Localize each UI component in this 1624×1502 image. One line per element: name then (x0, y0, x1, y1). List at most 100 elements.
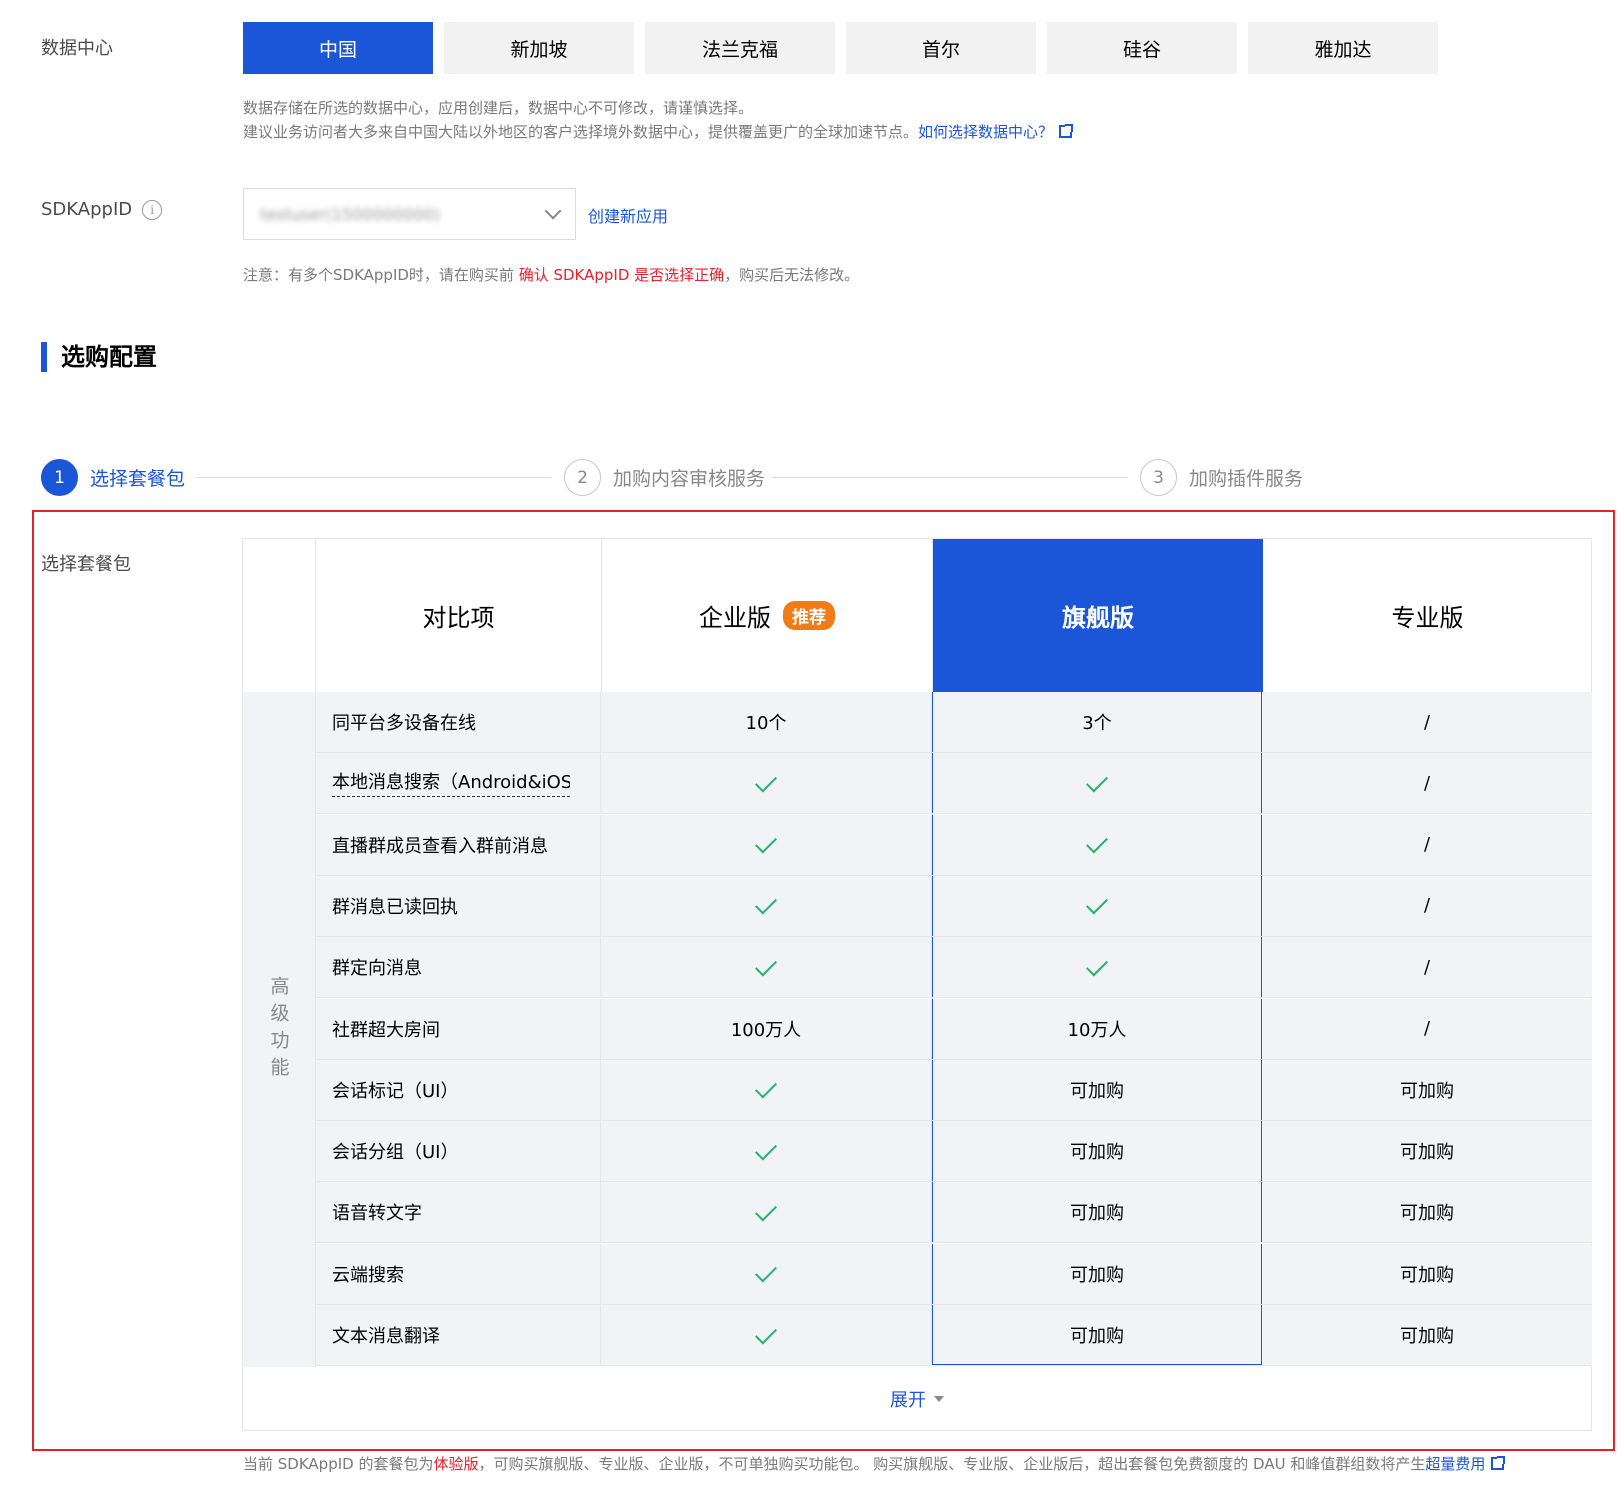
cell-v1 (601, 1182, 932, 1243)
region-siliconvalley-button[interactable]: 硅谷 (1047, 22, 1237, 74)
cell-value: 可加购 (1070, 1325, 1124, 1347)
check-icon (755, 1076, 777, 1099)
chevron-down-icon (544, 202, 562, 220)
check-icon (755, 1260, 777, 1283)
cell-value: 可加购 (1400, 1203, 1454, 1225)
region-jakarta-button[interactable]: 雅加达 (1248, 22, 1438, 74)
section-title: 选购配置 (41, 342, 157, 372)
feature-name-text: 文本消息翻译 (332, 1326, 440, 1347)
cell-v2: 可加购 (932, 1182, 1262, 1243)
cell-value: / (1423, 956, 1431, 978)
step-connector-2 (772, 477, 1128, 478)
region-frankfurt-button[interactable]: 法兰克福 (645, 22, 835, 74)
feature-name: 语音转文字 (316, 1182, 601, 1243)
check-icon (755, 1199, 777, 1222)
cell-value: 可加购 (1400, 1142, 1454, 1164)
cell-v3: / (1262, 937, 1592, 997)
cell-v3: / (1262, 815, 1592, 875)
region-china-button[interactable]: 中国 (243, 22, 433, 74)
cell-v2: 可加购 (932, 1305, 1262, 1365)
cell-value: 可加购 (1070, 1203, 1124, 1225)
cell-value: / (1423, 711, 1431, 733)
check-icon (1086, 831, 1108, 854)
sdk-note: 注意：有多个SDKAppID时，请在购买前 确认 SDKAppID 是否选择正确… (243, 263, 859, 287)
info-icon[interactable]: i (142, 200, 163, 220)
cell-value: 可加购 (1400, 1264, 1454, 1286)
package-label: 选择套餐包 (41, 554, 131, 575)
create-app-link[interactable]: 创建新应用 (588, 203, 668, 227)
feature-name-text: 同平台多设备在线 (332, 713, 476, 734)
cell-v2: 10万人 (932, 998, 1262, 1059)
cell-value: 100万人 (730, 1019, 802, 1041)
table-row: 会话标记（UI） 可加购 可加购 (316, 1059, 1592, 1121)
cell-v2: 可加购 (932, 1243, 1262, 1304)
step-2[interactable]: 2 加购内容审核服务 (564, 459, 765, 496)
cell-v2 (932, 814, 1262, 875)
header-enterprise[interactable]: 企业版 推荐 (602, 539, 933, 692)
check-icon (1086, 892, 1108, 915)
sdkappid-label: SDKAppID (41, 199, 133, 220)
footer-trial: 体验版 (433, 1455, 479, 1473)
table-row: 同平台多设备在线 10个 3个 / (316, 692, 1592, 753)
feature-name: 同平台多设备在线 (316, 692, 601, 752)
step-3-number: 3 (1140, 459, 1177, 496)
feature-name: 直播群成员查看入群前消息 (316, 814, 601, 875)
expand-button[interactable]: 展开 (243, 1367, 1591, 1430)
table-row: 群消息已读回执 / (316, 875, 1592, 937)
cell-v3: 可加购 (1262, 1244, 1592, 1304)
table-row: 社群超大房间 100万人 10万人 / (316, 998, 1592, 1060)
feature-name: 云端搜索 (316, 1243, 601, 1304)
cell-v2 (932, 937, 1262, 998)
cell-v2: 3个 (932, 692, 1262, 752)
check-icon (755, 954, 777, 977)
region-tabs: 中国 新加坡 法兰克福 首尔 硅谷 雅加达 (243, 22, 1438, 74)
region-singapore-button[interactable]: 新加坡 (444, 22, 634, 74)
feature-name-text: 会话标记（UI） (332, 1080, 459, 1102)
cell-value: / (1423, 1018, 1431, 1039)
datacenter-hint-text: 建议业务访问者大多来自中国大陆以外地区的客户选择境外数据中心，提供覆盖更广的全球… (243, 123, 919, 141)
sdkappid-select[interactable]: testuser(1500000000) (243, 188, 576, 240)
cell-v1 (601, 1121, 932, 1182)
cell-v2 (932, 875, 1262, 936)
region-seoul-button[interactable]: 首尔 (846, 22, 1036, 74)
sdkappid-select-value: testuser(1500000000) (260, 204, 440, 224)
check-icon (755, 1322, 777, 1344)
header-enterprise-label: 企业版 (699, 604, 771, 632)
header-flagship[interactable]: 旗舰版 (933, 539, 1263, 692)
overage-fee-link[interactable]: 超量费用 (1425, 1455, 1485, 1473)
cell-v1 (601, 1305, 932, 1365)
cell-v1 (601, 875, 932, 936)
sdkappid-label-row: SDKAppID i (41, 199, 163, 220)
datacenter-hint-line1: 数据存储在所选的数据中心，应用创建后，数据中心不可修改，请谨慎选择。 (243, 99, 754, 117)
datacenter-label: 数据中心 (41, 38, 113, 59)
cell-value: / (1423, 834, 1431, 856)
feature-name: 社群超大房间 (316, 998, 601, 1059)
step-1[interactable]: 1 选择套餐包 (41, 459, 185, 496)
feature-name-text: 会话分组（UI） (332, 1142, 459, 1164)
cell-value: 10个 (745, 713, 787, 734)
cell-value: 可加购 (1070, 1142, 1124, 1164)
feature-name: 会话分组（UI） (316, 1121, 601, 1182)
header-pro[interactable]: 专业版 (1263, 539, 1592, 692)
feature-name: 文本消息翻译 (316, 1305, 601, 1365)
header-compare: 对比项 (316, 539, 602, 692)
step-3[interactable]: 3 加购插件服务 (1140, 459, 1303, 496)
cell-v2 (932, 753, 1262, 814)
cell-v3: / (1262, 876, 1592, 936)
check-icon (755, 831, 777, 854)
package-comparison-table: 对比项 企业版 推荐 旗舰版 专业版 高级功能 同平台多设备在线 10个 3个 / 本地消… (242, 538, 1592, 1431)
feature-name: 会话标记（UI） (316, 1059, 601, 1120)
cell-value: / (1423, 895, 1431, 917)
step-3-label: 加购插件服务 (1189, 468, 1304, 490)
check-icon (1086, 954, 1108, 977)
step-1-label: 选择套餐包 (90, 468, 186, 490)
group-advanced-label: 高级功能 (267, 975, 290, 1084)
step-2-label: 加购内容审核服务 (613, 468, 766, 490)
external-link-icon[interactable] (1059, 124, 1074, 138)
external-link-icon[interactable] (1491, 1456, 1506, 1470)
cell-v1: 100万人 (601, 998, 932, 1059)
cell-v1 (601, 937, 932, 998)
footer-middle: ，可购买旗舰版、专业版、企业版，不可单独购买功能包。 购买旗舰版、专业版、企业版… (478, 1455, 1426, 1473)
choose-datacenter-link[interactable]: 如何选择数据中心？ (918, 123, 1053, 141)
cell-v3: / (1262, 692, 1592, 752)
